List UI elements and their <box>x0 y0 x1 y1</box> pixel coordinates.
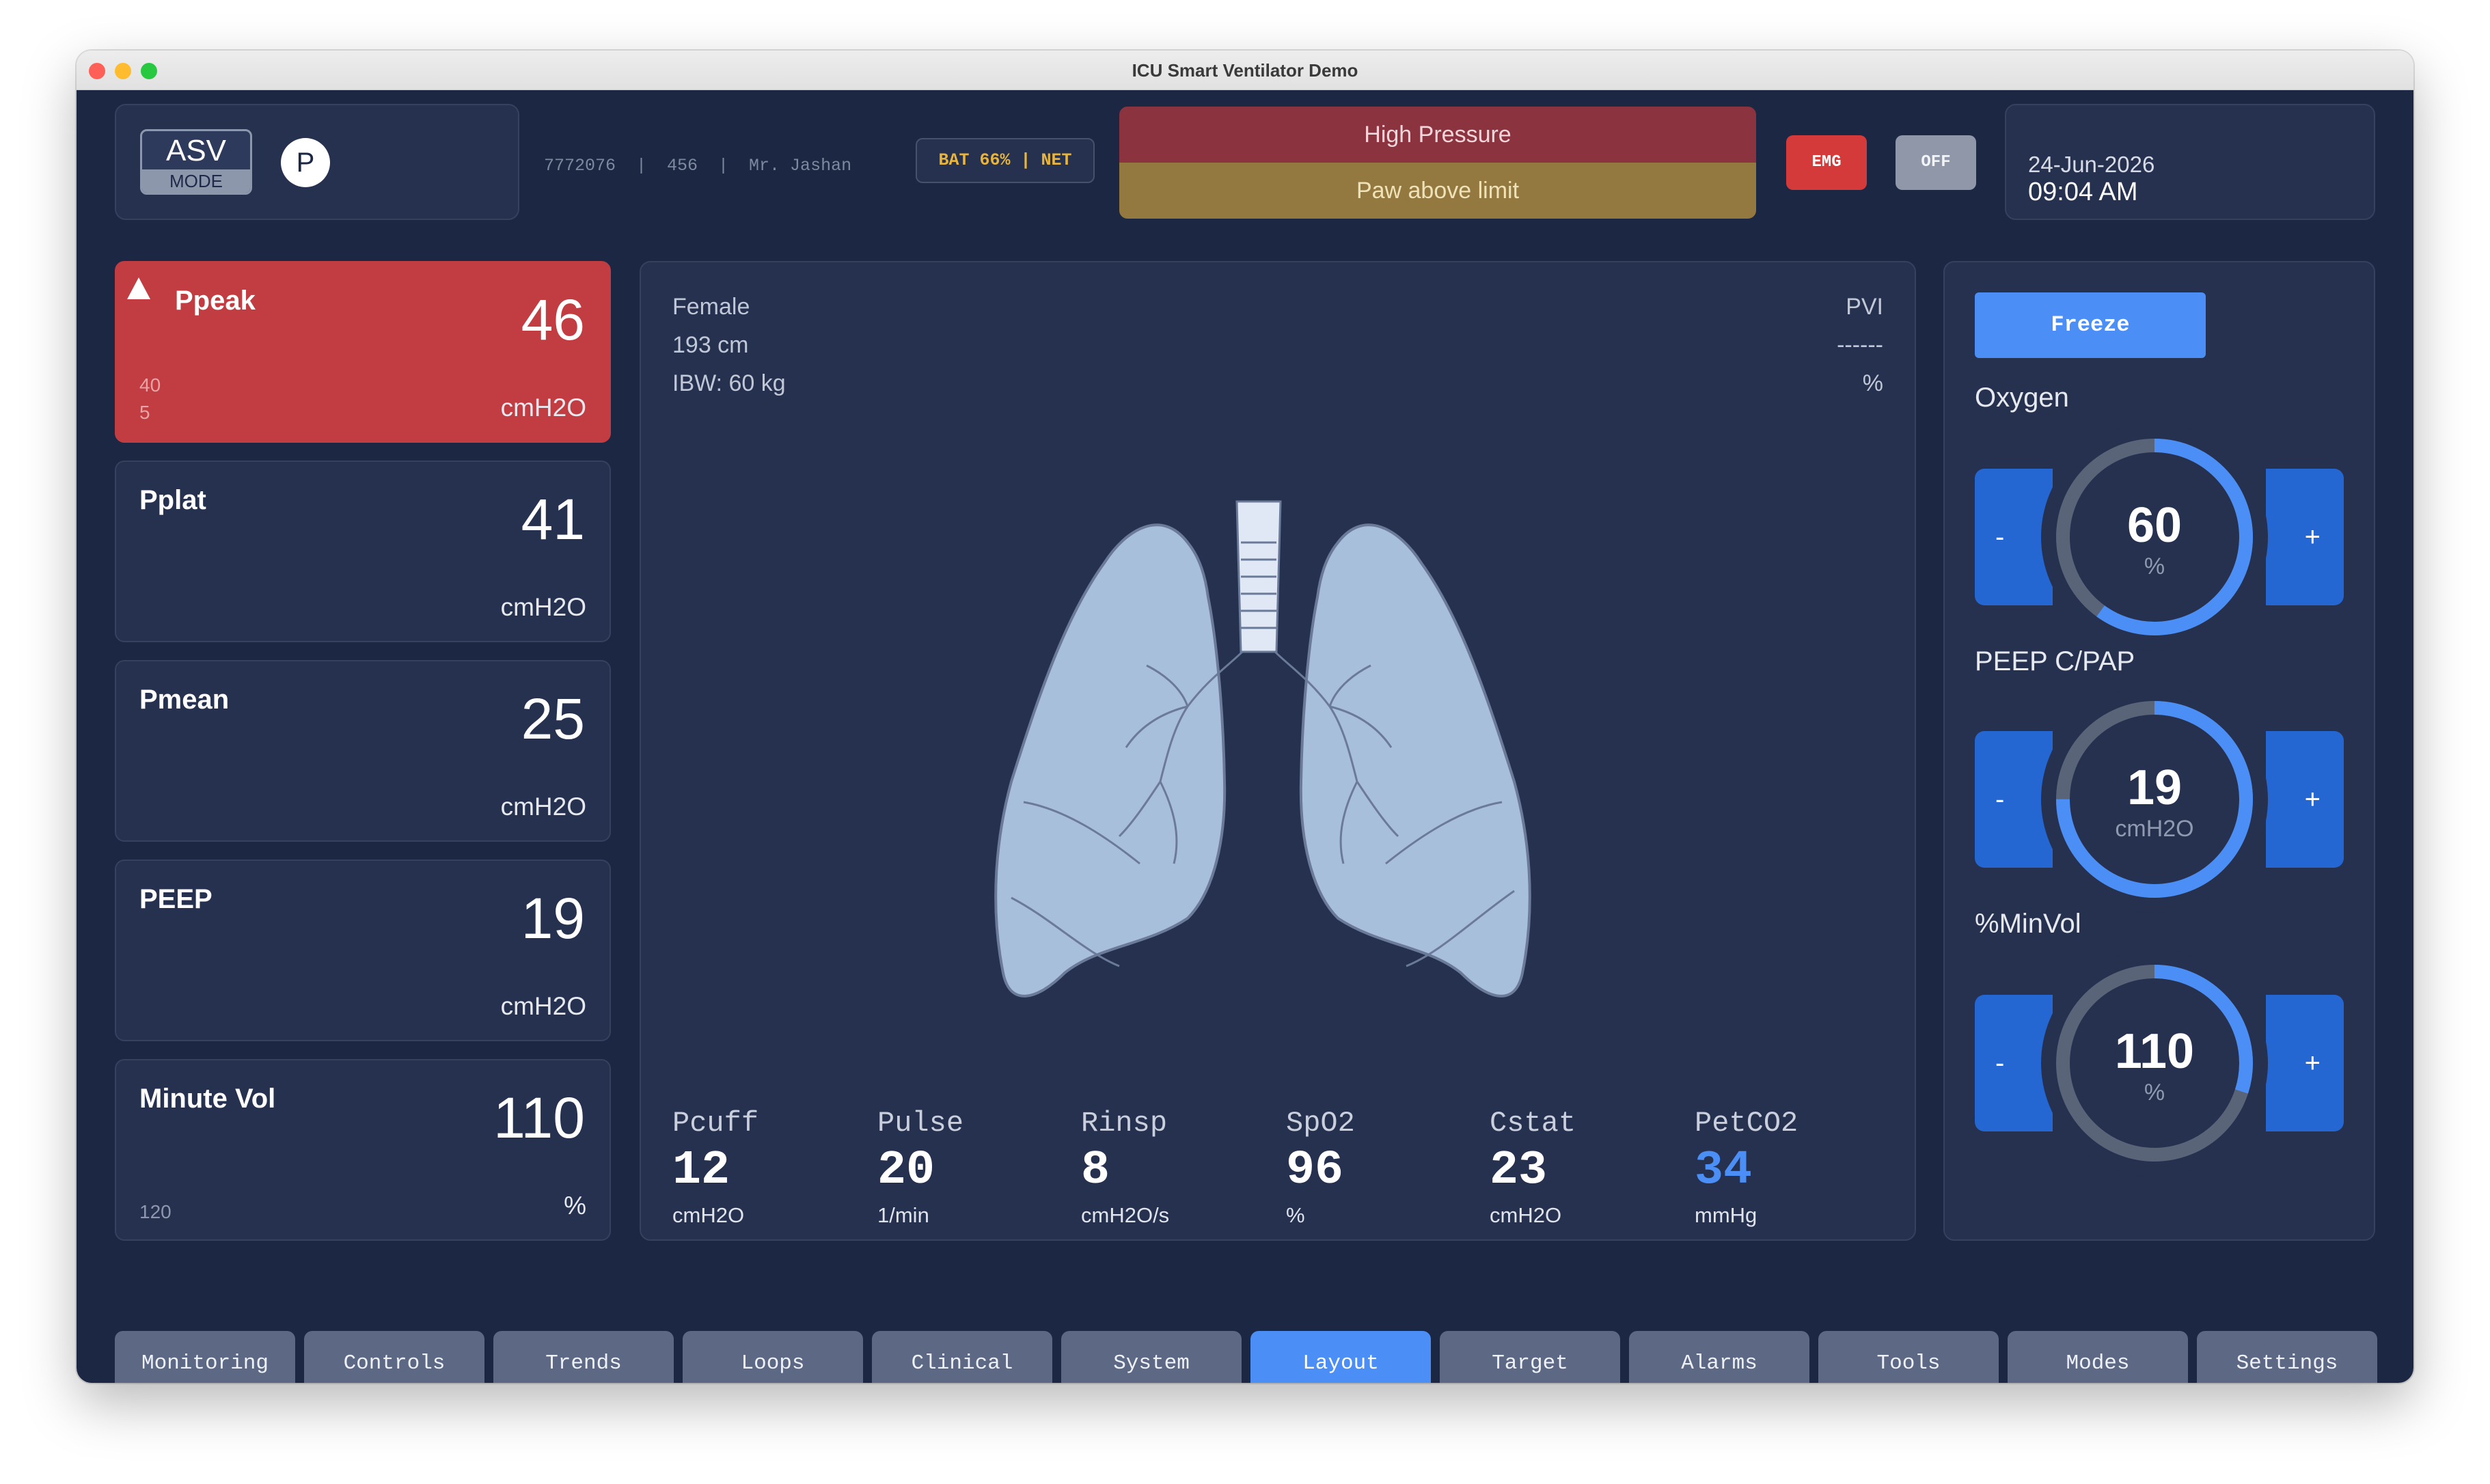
battery-network-status: BAT 66% | NET <box>916 138 1095 183</box>
title-bar: ICU Smart Ventilator Demo <box>77 51 2413 90</box>
nav-tab-loops[interactable]: Loops <box>683 1331 863 1383</box>
metric-card-pplat[interactable]: Pplat 41 cmH2O <box>115 461 611 642</box>
minvol-increase-button[interactable]: + <box>2266 995 2344 1131</box>
limit-high: 40 <box>139 374 161 396</box>
vital-unit: cmH2O/s <box>1081 1203 1170 1227</box>
vital-pulse: Pulse 20 1/min <box>877 1107 963 1228</box>
mode-button[interactable]: ASV MODE <box>140 129 252 195</box>
nav-tab-controls[interactable]: Controls <box>304 1331 484 1383</box>
minvol-unit: % <box>2144 1080 2165 1105</box>
time-display: 09:04 AM <box>2028 178 2138 206</box>
peep-title: PEEP C/PAP <box>1975 646 2135 676</box>
metric-card-peep[interactable]: PEEP 19 cmH2O <box>115 860 611 1041</box>
peep-value: 19 <box>2126 760 2183 815</box>
patient-info: 7772076 | 456 | Mr. Jashan <box>544 156 852 176</box>
metric-value: 46 <box>521 288 585 352</box>
vital-rinsp: Rinsp 8 cmH2O/s <box>1081 1107 1169 1228</box>
vital-label: SpO2 <box>1286 1107 1355 1140</box>
nav-tab-settings[interactable]: Settings <box>2197 1331 2377 1383</box>
vital-unit: % <box>1286 1203 1305 1227</box>
vital-unit: 1/min <box>877 1203 929 1227</box>
nav-tab-target[interactable]: Target <box>1440 1331 1620 1383</box>
oxygen-title: Oxygen <box>1975 383 2069 413</box>
oxygen-value: 60 <box>2126 498 2183 553</box>
metric-label: Minute Vol <box>139 1084 276 1114</box>
vital-label: Pcuff <box>672 1107 759 1140</box>
nav-tab-tools[interactable]: Tools <box>1818 1331 1999 1383</box>
patient-panel: Female 193 cm IBW: 60 kg PVI ------ % Pc… <box>640 261 1916 1241</box>
vital-unit: mmHg <box>1695 1203 1757 1227</box>
app-window: ICU Smart Ventilator Demo ASV MODE P 777… <box>77 51 2413 1383</box>
pvi-value: ------ <box>1837 332 1883 358</box>
freeze-button[interactable]: Freeze <box>1975 292 2206 358</box>
vital-unit: cmH2O <box>1490 1203 1562 1227</box>
nav-tab-alarms[interactable]: Alarms <box>1629 1331 1809 1383</box>
nav-tab-clinical[interactable]: Clinical <box>872 1331 1052 1383</box>
nav-tab-system[interactable]: System <box>1061 1331 1242 1383</box>
vital-value: 20 <box>877 1144 935 1198</box>
vital-value: 12 <box>672 1144 730 1198</box>
limit-low: 5 <box>139 402 150 423</box>
oxygen-increase-button[interactable]: + <box>2266 469 2344 605</box>
vital-cstat: Cstat 23 cmH2O <box>1490 1107 1576 1228</box>
vital-unit: cmH2O <box>672 1203 745 1227</box>
peep-unit: cmH2O <box>2115 816 2194 842</box>
vital-label: Pulse <box>877 1107 964 1140</box>
vital-label: Cstat <box>1490 1107 1576 1140</box>
vital-value: 34 <box>1695 1144 1753 1198</box>
metric-value: 25 <box>521 687 585 751</box>
vital-spo2: SpO2 96 % <box>1286 1107 1355 1228</box>
pvi-label: PVI <box>1846 294 1883 320</box>
metric-unit: cmH2O <box>500 593 586 621</box>
metric-card-minute-vol[interactable]: Minute Vol 110 120 % <box>115 1059 611 1241</box>
patient-ibw: IBW: 60 kg <box>672 370 786 396</box>
metric-card-pmean[interactable]: Pmean 25 cmH2O <box>115 660 611 842</box>
patient-height: 193 cm <box>672 332 749 358</box>
mode-sub-label: MODE <box>142 169 250 193</box>
metric-value: 19 <box>521 886 585 950</box>
metric-card-ppeak[interactable]: Ppeak 46 40 5 cmH2O <box>115 261 611 443</box>
vital-value: 8 <box>1081 1144 1110 1198</box>
warning-triangle-icon <box>127 277 150 299</box>
peep-increase-button[interactable]: + <box>2266 731 2344 868</box>
minvol-title: %MinVol <box>1975 909 2081 939</box>
vital-value: 96 <box>1286 1144 1344 1198</box>
nav-tab-layout[interactable]: Layout <box>1250 1331 1431 1383</box>
metric-label: Pplat <box>139 485 206 515</box>
lungs-icon <box>994 500 1531 998</box>
limit-low: 120 <box>139 1201 172 1222</box>
alarm-banner-paw-limit[interactable]: Paw above limit <box>1119 163 1756 219</box>
off-button[interactable]: OFF <box>1896 135 1976 190</box>
metric-label: Pmean <box>139 685 230 715</box>
metric-label: Ppeak <box>175 286 256 316</box>
mode-name: ASV <box>165 134 227 167</box>
vital-petco2: PetCO2 34 mmHg <box>1695 1107 1798 1228</box>
patient-gender: Female <box>672 294 750 320</box>
pressure-indicator: P <box>281 138 330 187</box>
metric-unit: cmH2O <box>500 992 586 1020</box>
metric-unit: % <box>564 1192 586 1220</box>
date-display: 24-Jun-2026 <box>2028 152 2155 177</box>
vital-label: PetCO2 <box>1695 1107 1798 1140</box>
pvi-unit: % <box>1862 370 1883 396</box>
metric-label: PEEP <box>139 884 213 914</box>
vital-pcuff: Pcuff 12 cmH2O <box>672 1107 758 1228</box>
vital-value: 23 <box>1490 1144 1548 1198</box>
alarm-banner-high-pressure[interactable]: High Pressure <box>1119 107 1756 163</box>
nav-tab-trends[interactable]: Trends <box>493 1331 674 1383</box>
vital-label: Rinsp <box>1081 1107 1168 1140</box>
metric-value: 41 <box>521 487 585 551</box>
metric-unit: cmH2O <box>500 394 586 422</box>
nav-tab-modes[interactable]: Modes <box>2008 1331 2188 1383</box>
app-content: ASV MODE P 7772076 | 456 | Mr. Jashan BA… <box>77 90 2413 1383</box>
metric-value: 110 <box>493 1086 585 1150</box>
nav-tab-monitoring[interactable]: Monitoring <box>115 1331 295 1383</box>
oxygen-unit: % <box>2144 553 2165 579</box>
window-title: ICU Smart Ventilator Demo <box>1132 60 1358 81</box>
mode-panel: ASV MODE P <box>115 104 519 220</box>
minvol-value: 110 <box>2114 1024 2195 1079</box>
emergency-button[interactable]: EMG <box>1786 135 1867 190</box>
metric-unit: cmH2O <box>500 793 586 821</box>
